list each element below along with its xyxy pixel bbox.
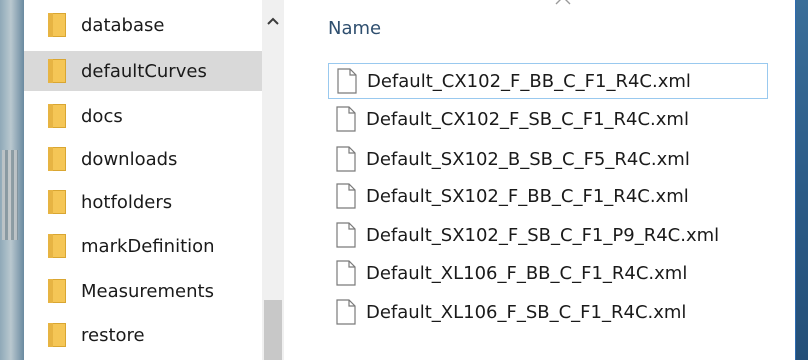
nav-folder-label: defaultCurves xyxy=(81,60,207,82)
nav-folder-database[interactable]: database xyxy=(24,5,262,45)
sort-caret-icon xyxy=(555,0,571,5)
document-icon xyxy=(336,260,356,286)
file-row[interactable]: Default_XL106_F_SB_C_F1_R4C.xml xyxy=(328,294,768,330)
nav-folder-measurements[interactable]: Measurements xyxy=(24,271,262,311)
document-icon xyxy=(336,146,356,172)
nav-folder-downloads[interactable]: downloads xyxy=(24,139,262,179)
file-row[interactable]: Default_SX102_B_SB_C_F5_R4C.xml xyxy=(328,141,768,177)
nav-folder-docs[interactable]: docs xyxy=(24,96,262,136)
file-name: Default_SX102_F_SB_C_F1_P9_R4C.xml xyxy=(366,224,720,246)
folder-icon xyxy=(48,323,66,347)
nav-folder-restore[interactable]: restore xyxy=(24,315,262,355)
nav-folder-label: hotfolders xyxy=(81,191,173,213)
file-row[interactable]: Default_CX102_F_BB_C_F1_R4C.xml xyxy=(328,63,768,99)
document-icon xyxy=(336,222,356,248)
nav-folder-defaultcurves[interactable]: defaultCurves xyxy=(24,51,262,91)
document-icon xyxy=(336,106,356,132)
folder-icon xyxy=(48,104,66,128)
nav-folder-label: restore xyxy=(81,324,145,346)
file-name: Default_XL106_F_BB_C_F1_R4C.xml xyxy=(366,262,688,284)
file-name: Default_SX102_F_BB_C_F1_R4C.xml xyxy=(366,185,689,207)
folder-icon xyxy=(48,279,66,303)
folder-icon xyxy=(48,147,66,171)
nav-folder-markdefinition[interactable]: markDefinition xyxy=(24,226,262,266)
document-icon xyxy=(337,68,357,94)
file-name: Default_CX102_F_SB_C_F1_R4C.xml xyxy=(366,108,689,130)
folder-icon xyxy=(48,13,66,37)
scroll-thumb[interactable] xyxy=(264,300,282,360)
file-name: Default_CX102_F_BB_C_F1_R4C.xml xyxy=(367,70,691,92)
nav-folder-label: database xyxy=(81,14,165,36)
file-name: Default_XL106_F_SB_C_F1_R4C.xml xyxy=(366,301,687,323)
nav-folder-label: downloads xyxy=(81,148,178,170)
file-row[interactable]: Default_CX102_F_SB_C_F1_R4C.xml xyxy=(328,101,768,137)
file-row[interactable]: Default_XL106_F_BB_C_F1_R4C.xml xyxy=(328,255,768,291)
nav-folder-label: Measurements xyxy=(81,280,214,302)
folder-icon xyxy=(48,59,66,83)
nav-folder-label: docs xyxy=(81,105,123,127)
column-header-name[interactable]: Name xyxy=(328,18,381,39)
nav-folder-label: markDefinition xyxy=(81,235,215,257)
file-list-pane: Name Default_CX102_F_BB_C_F1_R4C.xml Def… xyxy=(284,0,795,360)
desktop-background xyxy=(0,0,24,360)
file-row[interactable]: Default_SX102_F_SB_C_F1_P9_R4C.xml xyxy=(328,217,768,253)
document-icon xyxy=(336,299,356,325)
file-explorer-window: database defaultCurves docs downloads ho… xyxy=(24,0,796,360)
folder-icon xyxy=(48,234,66,258)
scroll-up-arrow-icon[interactable] xyxy=(262,6,284,36)
file-row[interactable]: Default_SX102_F_BB_C_F1_R4C.xml xyxy=(328,178,768,214)
file-name: Default_SX102_B_SB_C_F5_R4C.xml xyxy=(366,148,690,170)
document-icon xyxy=(336,183,356,209)
nav-scrollbar[interactable] xyxy=(262,0,284,360)
nav-folder-hotfolders[interactable]: hotfolders xyxy=(24,182,262,222)
navigation-pane: database defaultCurves docs downloads ho… xyxy=(24,0,284,360)
folder-icon xyxy=(48,190,66,214)
